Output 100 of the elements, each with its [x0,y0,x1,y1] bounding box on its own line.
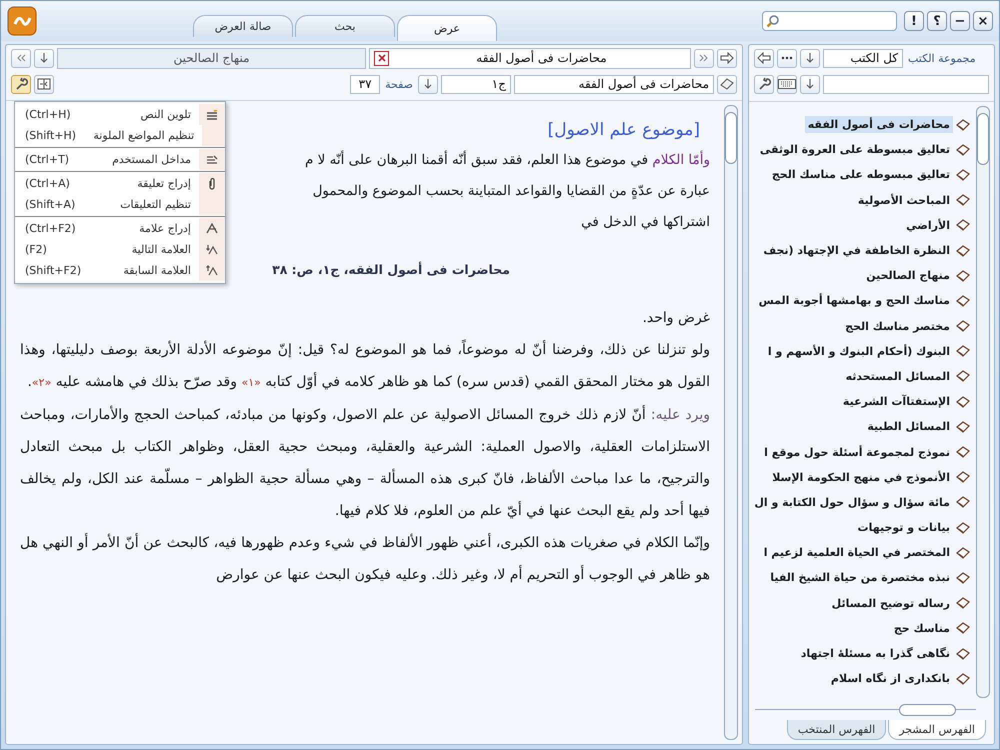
book-item[interactable]: محاضرات فى أصول الفقه [804,116,953,134]
keyboard-button[interactable] [777,74,797,94]
book-item[interactable]: تعاليق مبسوطه على مناسك الحج [768,166,953,184]
double-chevron-icon [699,53,709,63]
book-item[interactable]: المسائل المستحدثه [842,368,953,385]
book-icon [956,194,970,206]
book-item[interactable]: المباحث الأصولية [854,192,953,209]
page-citation: محاضرات فى أصول الفقه، ج١، ص: ٣٨ [271,260,511,279]
eraser-button[interactable] [717,74,737,94]
back-button[interactable] [754,48,774,68]
book-group-field[interactable]: كل الكتب [823,48,903,68]
book-tab[interactable]: منهاج الصالحين [57,48,366,68]
book-item[interactable]: النظرة الخاطفة في الإجتهاد (نجف [760,242,953,260]
search-icon [766,14,780,28]
book-tab[interactable]: محاضرات فى أصول الفقه [369,48,691,68]
dropdown-button[interactable] [800,48,820,68]
book-icon [956,219,970,232]
book-item[interactable]: مناسك الحج و بهامشها أجوبة المس [756,292,953,310]
keyboard-icon [778,79,796,89]
view-tab[interactable]: عرض [397,15,497,41]
book-icon [956,270,970,282]
index-tab[interactable]: الفهرس المشجر [888,720,986,740]
book-icon [956,522,970,534]
section-heading: [موضوع علم الاصول] [546,119,701,142]
book-group-label: مجموعة الكتب [907,52,977,64]
book-item[interactable]: رساله توضيح المسائل [828,594,953,612]
book-icon [956,546,970,559]
more-button[interactable] [777,48,797,68]
book-item[interactable]: بانکداری از نگاه اسلام [828,670,953,688]
eraser-icon [720,78,734,90]
book-item[interactable]: الأنموذج في منهج الحكومة الإسلا [769,468,953,486]
split-view-button[interactable] [34,74,54,94]
flag-down-icon [206,244,218,255]
window-button[interactable]: − [950,11,970,31]
ellipsis-icon [781,56,793,60]
filter-field[interactable] [823,74,989,94]
book-icon [956,370,970,382]
book-item[interactable]: مائة سؤال و سؤال حول الكتابة و ال [751,494,953,511]
paragraph: ويرد عليه: أنّ لازم ذلك خروج المسائل الاصولية عن علم الاصول، وكونها من مبادئه، كمباحث الحجج والأمارات، ومباحث الاستلزامات العقلية، والاصول العملية: الشرعية والعقلية، ومبحث حجية العقل، وظواهر الكتاب بل مبحث التعادل والترجيح، ما عدا مباحث الألفاظ، فانّ كبرى هذه المسألة – وهي مسألة حجية الظواهر – مسلّمة عند الكل، ولم يخالف فيها أحد ولم يقع البحث عنها في أيّ علم من العلوم، فلا كلام فيها. [20,404,710,521]
book-item[interactable]: المسائل الطبية [864,418,953,436]
book-item[interactable]: الإستفتاآت الشرعية [840,393,953,410]
book-icon [956,496,970,508]
book-item[interactable]: مختصر مناسك الحج [842,318,953,335]
window-button[interactable]: ! [904,11,924,31]
vertical-scrollbar[interactable] [976,106,990,698]
view-tab[interactable]: بحث [295,15,395,37]
book-item[interactable]: البنوك (أحكام البنوك و الأسهم و ا [764,342,953,360]
tools-button[interactable] [11,74,31,94]
book-item[interactable]: نگاهی گذرا به مسئلهٔ اجتهاد [798,645,953,662]
book-icon [956,672,970,685]
book-icon [956,597,970,610]
highlight-icon [206,110,218,120]
book-item[interactable]: تعاليق مبسوطة على العروة الوثقى [756,141,953,158]
volume-field[interactable]: ج١ [441,74,511,94]
down-arrow-icon [805,52,815,64]
book-item[interactable]: مناسك حج [890,620,953,637]
down-arrow-icon [39,52,49,64]
dropdown-button[interactable] [800,74,820,94]
window-button[interactable]: ؟ [927,11,947,31]
window-button[interactable]: × [973,11,993,31]
book-icon [956,420,970,433]
forward-button[interactable] [717,48,737,68]
vertical-scrollbar[interactable] [724,105,738,740]
paragraph: غرض واحد. [641,309,710,328]
text-line: اشتراكها في الدخل في [580,213,710,232]
book-icon [956,622,970,634]
book-item[interactable]: نبذه مختصرة من حياة الشيخ الفيا [767,569,953,586]
search-field[interactable] [762,11,897,31]
book-title-field[interactable]: محاضرات فى أصول الفقه [514,74,714,94]
book-icon [956,471,970,484]
text-lines-icon [206,154,218,164]
book-icon [956,144,970,156]
book-icon [956,244,970,257]
book-icon [956,118,970,131]
wrench-icon [757,77,771,91]
down-arrow-icon [805,78,815,90]
book-icon [956,320,970,332]
book-item[interactable]: المختصر في الحياة العلمية لزعيم ا [760,544,953,562]
book-item[interactable]: الأراضي [903,216,953,234]
view-tab[interactable]: صالة العرض [193,15,293,37]
page-number-field[interactable]: ٣٧ [350,74,380,94]
tools-button[interactable] [754,74,774,94]
flag-up-icon [206,265,218,276]
book-item[interactable]: منهاج الصالحين [863,267,953,284]
paragraph: ولو تنزلنا عن ذلك، وفرضنا أنّ له موضوعاً، فما هو الموضوع له؟ قيل: إنّ موضوعه الأدلة الأربعة بوصف دليليتها، وهذا القول هو مختار المحقق القمي (قدس سره) كما هو ظاهر كلامه في أوّل كتابه «١» وقد صرّح بذلك في هامشه عليه «٢». [20,334,710,399]
close-icon[interactable] [374,50,389,66]
app-logo-icon[interactable] [7,6,37,36]
book-icon [956,345,970,358]
book-item[interactable]: نموذج لمجموعة أسئلة حول موقع ا [761,444,953,461]
dropdown-button[interactable] [34,48,54,68]
split-window-icon [37,78,51,90]
book-icon [956,648,970,660]
wrench-icon [14,77,28,91]
left-arrow-icon [757,52,771,64]
index-tab[interactable]: الفهرس المنتخب [786,720,886,740]
dropdown-button[interactable] [418,74,438,94]
book-item[interactable]: بيانات و توجيهات [854,519,953,536]
text-line: وأمّا الكلام في موضوع هذا العلم، فقد سبق أنّه أقمنا البرهان على أنّه لا م [304,150,710,170]
book-icon [956,396,970,408]
book-icon [956,294,970,307]
